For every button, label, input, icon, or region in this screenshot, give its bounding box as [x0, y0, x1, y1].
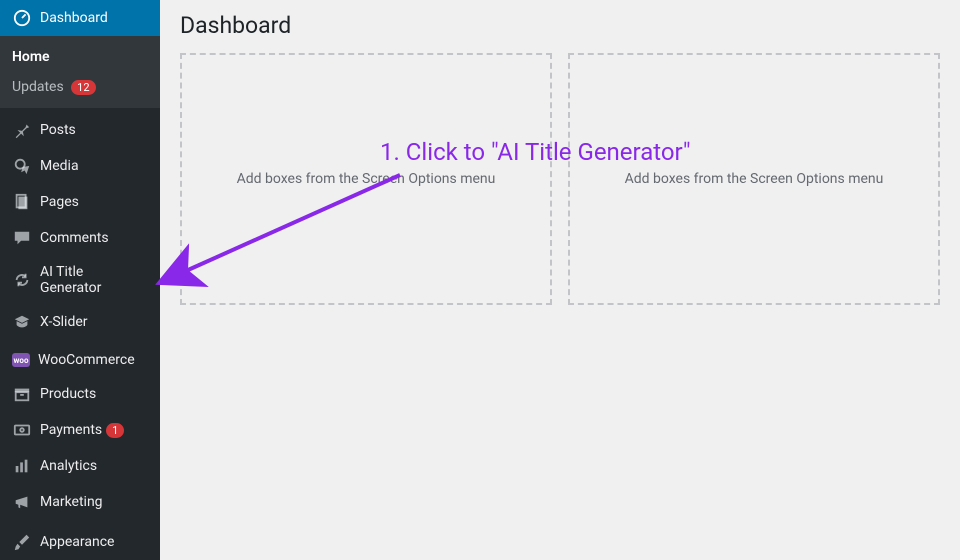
- cap-icon: [12, 312, 32, 332]
- main-content: Dashboard Add boxes from the Screen Opti…: [160, 0, 960, 560]
- sidebar-item-media[interactable]: Media: [0, 148, 160, 184]
- sidebar-sub-updates[interactable]: Updates 12: [0, 72, 160, 102]
- megaphone-icon: [12, 492, 32, 512]
- pin-icon: [12, 120, 32, 140]
- pages-icon: [12, 192, 32, 212]
- sidebar-item-label: AI Title Generator: [40, 264, 148, 296]
- sidebar-item-products[interactable]: Products: [0, 376, 160, 412]
- money-icon: [12, 420, 32, 440]
- dashboard-icon: [12, 8, 32, 28]
- brush-icon: [12, 532, 32, 552]
- archive-icon: [12, 384, 32, 404]
- refresh-icon: [12, 270, 32, 290]
- sidebar-item-label: WooCommerce: [38, 352, 135, 368]
- sidebar-item-appearance[interactable]: Appearance: [0, 524, 160, 560]
- sidebar-item-label: Dashboard: [40, 10, 108, 26]
- dashboard-widgets: Add boxes from the Screen Options menu A…: [180, 53, 940, 305]
- sidebar-item-analytics[interactable]: Analytics: [0, 448, 160, 484]
- payments-badge: 1: [106, 423, 124, 438]
- sidebar-item-payments[interactable]: Payments 1: [0, 412, 160, 448]
- placeholder-text: Add boxes from the Screen Options menu: [625, 171, 884, 187]
- sidebar-item-woocommerce[interactable]: woo WooCommerce: [0, 344, 160, 376]
- sidebar-item-dashboard[interactable]: Dashboard: [0, 0, 160, 36]
- app-root: Dashboard Home Updates 12 Posts Media: [0, 0, 960, 560]
- woo-icon: woo: [12, 353, 30, 367]
- sidebar-item-xslider[interactable]: X-Slider: [0, 304, 160, 340]
- sidebar-item-ai-title-generator[interactable]: AI Title Generator: [0, 256, 160, 304]
- sidebar-item-marketing[interactable]: Marketing: [0, 484, 160, 520]
- sidebar-item-label: Products: [40, 386, 96, 402]
- sidebar-item-comments[interactable]: Comments: [0, 220, 160, 256]
- sidebar-item-label: Posts: [40, 122, 76, 138]
- sidebar-item-label: Comments: [40, 230, 109, 246]
- placeholder-text: Add boxes from the Screen Options menu: [237, 171, 496, 187]
- sidebar-item-posts[interactable]: Posts: [0, 112, 160, 148]
- sidebar-item-label: Appearance: [40, 534, 114, 550]
- sidebar-sub-updates-label: Updates: [12, 79, 64, 95]
- sidebar-item-label: Pages: [40, 194, 79, 210]
- sidebar-sub-home[interactable]: Home: [0, 42, 160, 72]
- sidebar-item-label: Analytics: [40, 458, 97, 474]
- updates-badge: 12: [71, 80, 95, 95]
- comments-icon: [12, 228, 32, 248]
- media-icon: [12, 156, 32, 176]
- sidebar-item-label: X-Slider: [40, 314, 88, 330]
- sidebar-item-pages[interactable]: Pages: [0, 184, 160, 220]
- sidebar-submenu-dashboard: Home Updates 12: [0, 36, 160, 108]
- page-title: Dashboard: [180, 0, 940, 53]
- chart-icon: [12, 456, 32, 476]
- sidebar-item-label: Payments: [40, 422, 102, 438]
- widget-placeholder-left[interactable]: Add boxes from the Screen Options menu: [180, 53, 552, 305]
- sidebar-item-label: Marketing: [40, 494, 103, 510]
- admin-sidebar: Dashboard Home Updates 12 Posts Media: [0, 0, 160, 560]
- sidebar-item-label: Media: [40, 158, 79, 174]
- widget-placeholder-right[interactable]: Add boxes from the Screen Options menu: [568, 53, 940, 305]
